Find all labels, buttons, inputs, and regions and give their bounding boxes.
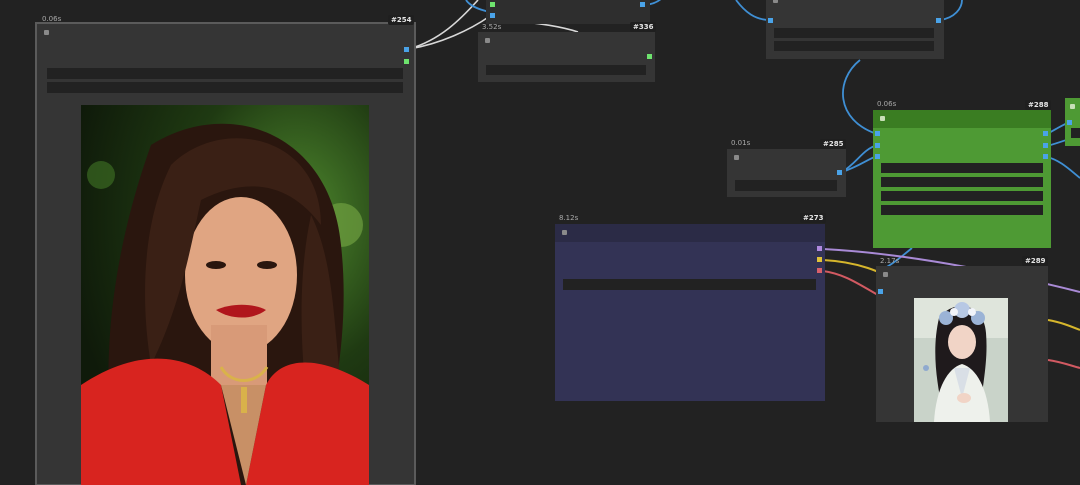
node-288-output-port-3[interactable] [1043, 154, 1048, 159]
node-254-widget-1[interactable] [47, 68, 403, 79]
node-336-timing: 3.52s [482, 23, 502, 31]
node-285-id-badge: #285 [820, 139, 847, 149]
node-254-output-port[interactable] [404, 47, 409, 52]
node-289-timing: 2.17s [880, 257, 900, 265]
node-top-offscreen-2-input-port[interactable] [768, 18, 773, 23]
node-285-widget[interactable] [735, 180, 837, 191]
node-top-offscreen-1-input-port-2[interactable] [490, 13, 495, 18]
node-273-timing: 8.12s [559, 214, 579, 222]
node-336-output-port[interactable] [647, 54, 652, 59]
node-right-offscreen-input-port[interactable] [1067, 120, 1072, 125]
node-254-titlebar[interactable] [37, 24, 414, 42]
node-288-input-port-3[interactable] [875, 154, 880, 159]
node-273-output-port-2[interactable] [817, 257, 822, 262]
collapse-toggle-icon[interactable] [44, 30, 49, 35]
node-top-offscreen-2[interactable] [766, 0, 944, 59]
node-288-input-port-2[interactable] [875, 143, 880, 148]
node-273[interactable] [555, 224, 825, 401]
node-top-offscreen-1-output-port[interactable] [640, 2, 645, 7]
node-285-timing: 0.01s [731, 139, 751, 147]
collapse-toggle-icon[interactable] [562, 230, 567, 235]
node-288-output-port-1[interactable] [1043, 131, 1048, 136]
node-254-timing: 0.06s [42, 15, 62, 23]
node-288-titlebar[interactable] [873, 110, 1051, 128]
node-top-offscreen-2-titlebar[interactable] [766, 0, 944, 10]
collapse-toggle-icon[interactable] [485, 38, 490, 43]
node-336[interactable] [478, 32, 655, 82]
node-288-widget-1[interactable] [881, 163, 1043, 173]
node-289-titlebar[interactable] [876, 266, 1048, 284]
node-288[interactable] [873, 110, 1051, 248]
node-273-output-port-3[interactable] [817, 268, 822, 273]
node-288-widget-3[interactable] [881, 191, 1043, 201]
node-273-widget[interactable] [563, 279, 816, 290]
node-285[interactable] [727, 149, 846, 197]
node-285-titlebar[interactable] [727, 149, 846, 167]
node-288-output-port-2[interactable] [1043, 143, 1048, 148]
node-288-id-badge: #288 [1025, 100, 1052, 110]
collapse-toggle-icon[interactable] [734, 155, 739, 160]
node-254[interactable] [35, 22, 416, 485]
node-top-offscreen-1-input-port[interactable] [490, 2, 495, 7]
node-right-offscreen-widget[interactable] [1071, 128, 1080, 138]
node-254-id-badge: #254 [388, 15, 415, 25]
node-336-titlebar[interactable] [478, 32, 655, 50]
node-top-offscreen-2-output-port[interactable] [936, 18, 941, 23]
node-336-widget[interactable] [486, 65, 646, 75]
node-273-titlebar[interactable] [555, 224, 825, 242]
collapse-toggle-icon[interactable] [880, 116, 885, 121]
preview-image-large [81, 105, 369, 485]
node-289-id-badge: #289 [1022, 256, 1049, 266]
collapse-toggle-icon[interactable] [1070, 104, 1075, 109]
node-285-output-port[interactable] [837, 170, 842, 175]
preview-image-small [914, 298, 1008, 422]
node-top-offscreen-2-widget-1[interactable] [774, 28, 934, 38]
node-254-widget-2[interactable] [47, 82, 403, 93]
node-288-input-port-1[interactable] [875, 131, 880, 136]
node-289[interactable] [876, 266, 1048, 422]
node-top-offscreen-2-widget-2[interactable] [774, 41, 934, 51]
node-288-widget-4[interactable] [881, 205, 1043, 215]
node-336-id-badge: #336 [630, 22, 657, 32]
node-289-input-port[interactable] [878, 289, 883, 294]
collapse-toggle-icon[interactable] [883, 272, 888, 277]
node-273-id-badge: #273 [800, 213, 827, 223]
node-273-output-port-1[interactable] [817, 246, 822, 251]
node-288-timing: 0.06s [877, 100, 897, 108]
node-top-offscreen-1[interactable] [486, 0, 650, 24]
node-254-output-port-2[interactable] [404, 59, 409, 64]
collapse-toggle-icon[interactable] [773, 0, 778, 3]
node-288-widget-2[interactable] [881, 177, 1043, 187]
